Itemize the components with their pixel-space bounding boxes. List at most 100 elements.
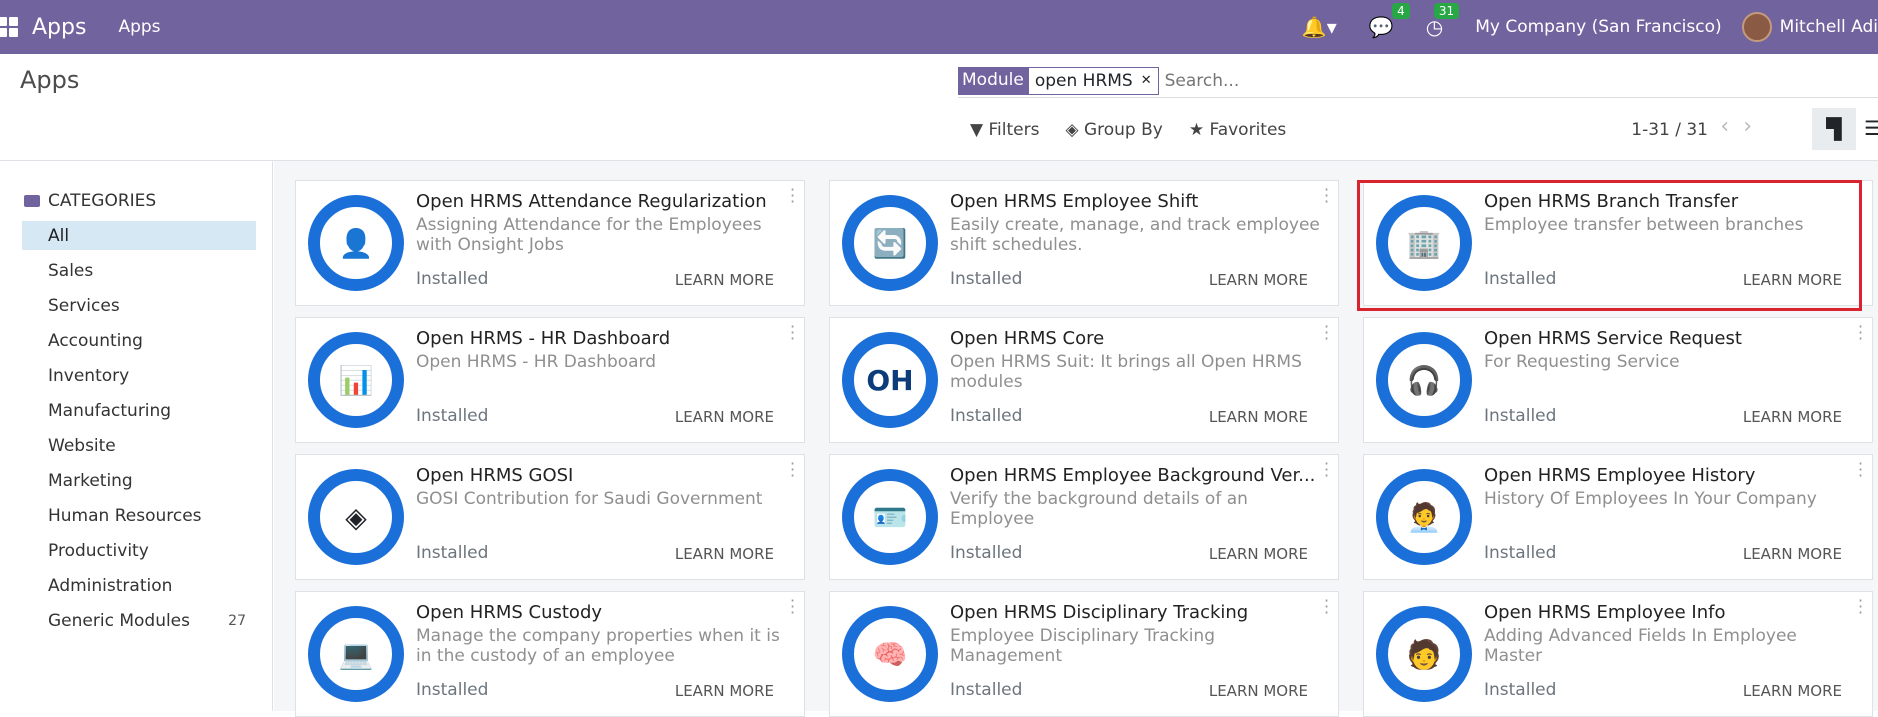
app-title: Open HRMS Employee History: [1484, 465, 1756, 486]
pager-value[interactable]: 1-31 / 31: [1631, 120, 1708, 140]
messages-icon[interactable]: 💬 4: [1369, 3, 1410, 39]
prev-icon[interactable]: ‹: [1720, 114, 1743, 139]
category-item[interactable]: Productivity: [22, 536, 256, 565]
category-item[interactable]: Marketing: [22, 466, 256, 495]
app-card[interactable]: ◈ Open HRMS GOSI GOSI Contribution for S…: [295, 454, 805, 580]
favorites-button[interactable]: ★ Favorites: [1189, 120, 1286, 140]
app-card[interactable]: 🧠 Open HRMS Disciplinary Tracking Employ…: [829, 591, 1339, 717]
app-status: Installed: [950, 269, 1023, 289]
app-icon-glyph: 🧠: [872, 637, 908, 671]
card-menu-icon[interactable]: · · ·: [790, 456, 795, 484]
app-title: Open HRMS Core: [950, 328, 1105, 349]
learn-more-button[interactable]: LEARN MORE: [675, 545, 774, 563]
learn-more-button[interactable]: LEARN MORE: [1209, 408, 1308, 426]
category-item[interactable]: Generic Modules 27: [22, 606, 256, 635]
app-card[interactable]: 🎧 Open HRMS Service Request For Requesti…: [1363, 317, 1873, 443]
filters-button[interactable]: ▼ Filters: [970, 120, 1039, 140]
card-menu-icon[interactable]: · · ·: [790, 182, 795, 210]
app-title: Open HRMS Employee Info: [1484, 602, 1726, 623]
category-item[interactable]: Inventory: [22, 361, 256, 390]
category-label: Marketing: [48, 470, 133, 491]
category-item[interactable]: Human Resources: [22, 501, 256, 530]
app-description: Employee Disciplinary Tracking Managemen…: [950, 626, 1215, 666]
app-icon: 👤: [308, 195, 404, 291]
card-menu-icon[interactable]: · · ·: [1324, 182, 1329, 210]
list-view-button[interactable]: ☰: [1864, 116, 1878, 140]
card-menu-icon[interactable]: · · ·: [1324, 456, 1329, 484]
group-by-label: Group By: [1083, 120, 1163, 140]
card-menu-icon[interactable]: · · ·: [1858, 319, 1863, 347]
app-menu-icon[interactable]: [0, 17, 18, 37]
category-label: Generic Modules: [48, 610, 191, 631]
app-card[interactable]: OH Open HRMS Core Open HRMS Suit: It bri…: [829, 317, 1339, 443]
app-description: Adding Advanced Fields In Employee Maste…: [1484, 626, 1797, 666]
learn-more-button[interactable]: LEARN MORE: [675, 271, 774, 289]
learn-more-button[interactable]: LEARN MORE: [1209, 545, 1308, 563]
category-label: Services: [48, 295, 120, 316]
app-title: Open HRMS Disciplinary Tracking: [950, 602, 1249, 623]
search-input[interactable]: [1164, 70, 1384, 91]
app-description: Verify the background details of an Empl…: [950, 489, 1248, 529]
app-title: Open HRMS Employee Shift: [950, 191, 1199, 212]
activities-badge: 31: [1433, 3, 1460, 19]
category-label: Productivity: [48, 540, 149, 561]
learn-more-button[interactable]: LEARN MORE: [675, 408, 774, 426]
avatar[interactable]: [1741, 12, 1772, 42]
menu-apps[interactable]: Apps: [118, 17, 160, 37]
app-card[interactable]: 🪪 Open HRMS Employee Background Ver... V…: [829, 454, 1339, 580]
category-item[interactable]: Services: [22, 291, 256, 320]
app-card[interactable]: 💻 Open HRMS Custody Manage the company p…: [295, 591, 805, 717]
app-icon-glyph: ◈: [345, 500, 367, 534]
card-menu-icon[interactable]: · · ·: [790, 593, 795, 621]
app-status: Installed: [416, 680, 489, 700]
activity-clock-icon[interactable]: ◷ 31: [1426, 3, 1460, 39]
category-item[interactable]: Accounting: [22, 326, 256, 355]
remove-facet-icon[interactable]: ✕: [1141, 73, 1152, 88]
category-item[interactable]: Administration: [22, 571, 256, 600]
favorites-label: Favorites: [1209, 120, 1287, 140]
group-by-button[interactable]: ◈ Group By: [1065, 120, 1162, 140]
category-label: Accounting: [48, 330, 143, 351]
app-card[interactable]: 🧑‍💼 Open HRMS Employee History History O…: [1363, 454, 1873, 580]
next-icon[interactable]: ›: [1743, 114, 1766, 139]
category-label: Manufacturing: [48, 400, 172, 421]
app-icon-glyph: 🧑: [1406, 637, 1442, 671]
card-menu-icon[interactable]: · · ·: [1324, 319, 1329, 347]
app-description: Assigning Attendance for the Employees w…: [416, 215, 762, 255]
category-item[interactable]: All: [22, 221, 256, 250]
card-menu-icon[interactable]: · · ·: [1858, 456, 1863, 484]
app-card[interactable]: 🧑 Open HRMS Employee Info Adding Advance…: [1363, 591, 1873, 717]
pager-arrows[interactable]: ‹›: [1720, 114, 1766, 139]
category-item[interactable]: Website: [22, 431, 256, 460]
learn-more-button[interactable]: LEARN MORE: [1209, 271, 1308, 289]
highlight-box: [1357, 180, 1862, 311]
app-status: Installed: [1484, 680, 1557, 700]
card-menu-icon[interactable]: · · ·: [790, 319, 795, 347]
user-menu[interactable]: Mitchell Adi: [1780, 17, 1878, 37]
kanban-view-button[interactable]: ▜: [1812, 108, 1856, 150]
app-card[interactable]: 🔄 Open HRMS Employee Shift Easily create…: [829, 180, 1339, 306]
app-icon: 🧑: [1376, 606, 1472, 702]
search-bar: Module open HRMS ✕: [958, 64, 1878, 98]
category-label: Sales: [48, 260, 94, 281]
app-card[interactable]: 📊 Open HRMS - HR Dashboard Open HRMS - H…: [295, 317, 805, 443]
app-icon: 🪪: [842, 469, 938, 565]
category-item[interactable]: Sales: [22, 256, 256, 285]
learn-more-button[interactable]: LEARN MORE: [675, 682, 774, 700]
learn-more-button[interactable]: LEARN MORE: [1209, 682, 1308, 700]
learn-more-button[interactable]: LEARN MORE: [1743, 408, 1842, 426]
app-icon: 🧑‍💼: [1376, 469, 1472, 565]
app-icon: 🧠: [842, 606, 938, 702]
card-menu-icon[interactable]: · · ·: [1324, 593, 1329, 621]
category-item[interactable]: Manufacturing: [22, 396, 256, 425]
bell-icon[interactable]: 🔔▾: [1302, 15, 1337, 39]
category-label: All: [48, 225, 70, 246]
learn-more-button[interactable]: LEARN MORE: [1743, 545, 1842, 563]
app-card[interactable]: 👤 Open HRMS Attendance Regularization As…: [295, 180, 805, 306]
facet-value: open HRMS ✕: [1027, 66, 1159, 95]
learn-more-button[interactable]: LEARN MORE: [1743, 682, 1842, 700]
app-icon-glyph: 🔄: [872, 226, 908, 260]
card-menu-icon[interactable]: · · ·: [1858, 593, 1863, 621]
brand[interactable]: Apps: [32, 15, 86, 40]
company-switcher[interactable]: My Company (San Francisco): [1475, 17, 1721, 37]
